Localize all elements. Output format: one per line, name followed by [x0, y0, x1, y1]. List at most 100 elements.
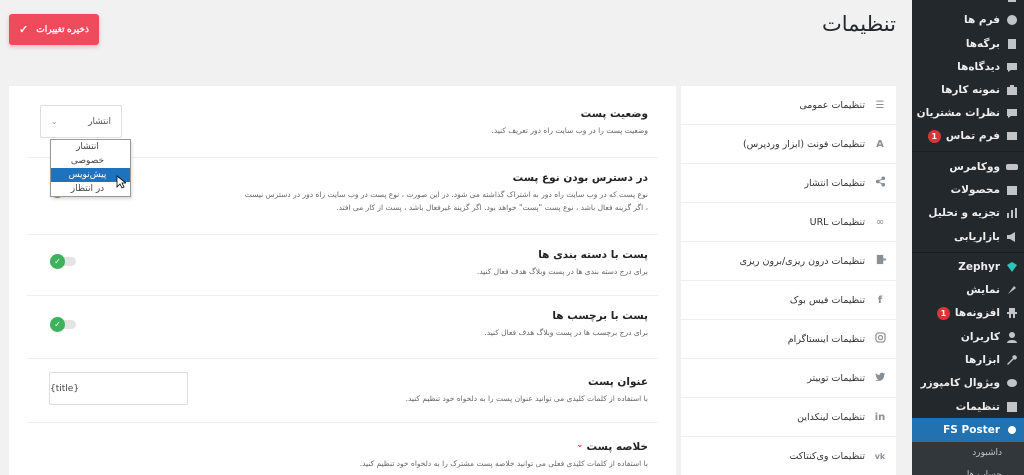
sidebar-item-forms[interactable]: فرم ها	[912, 8, 1024, 32]
sidebar-item-contact-form[interactable]: فرم تماس 1	[912, 124, 1024, 148]
option-private[interactable]: خصوصی	[51, 154, 130, 168]
nav-vk-settings[interactable]: vk تنظیمات وی‌کنتاکت	[681, 437, 896, 475]
linkedin-icon: in	[874, 411, 886, 423]
testimonials-icon	[1006, 107, 1018, 119]
link-icon: ∞	[875, 216, 885, 228]
sidebar-item-label: تجزیه و تحلیل	[928, 207, 1000, 219]
setting-title: خلاصه پست	[586, 441, 648, 453]
submenu-item-accounts[interactable]: حساب ها	[912, 464, 1024, 475]
sidebar-item-woocommerce[interactable]: ووکامرس	[912, 155, 1024, 179]
sidebar-item-label: بازاریابی	[953, 231, 1000, 243]
partial-icon	[1006, 0, 1018, 4]
nav-label: تنظیمات وی‌کنتاکت	[789, 450, 865, 462]
nav-font-settings[interactable]: A تنظیمات فونت (ابزار وردپرس)	[681, 125, 896, 164]
marketing-icon	[1006, 231, 1018, 243]
sidebar-item-label: دیدگاه‌ها	[957, 61, 1000, 73]
settings-icon	[1006, 401, 1018, 413]
share-icon	[874, 176, 886, 190]
sidebar-item-plugins[interactable]: افزونه‌ها 1	[912, 301, 1024, 325]
setting-desc: نوع پست که در وب سایت راه دور به اشتراک …	[245, 188, 648, 214]
setting-desc-line: ، اگر گزینه فعال باشد ، نوع پست "پست" خو…	[336, 203, 648, 212]
update-badge: 1	[936, 306, 950, 320]
sidebar-item-comments[interactable]: دیدگاه‌ها	[912, 55, 1024, 79]
sidebar-item-settings[interactable]: تنظیمات	[912, 395, 1024, 419]
sidebar-item-marketing[interactable]: بازاریابی	[912, 225, 1024, 249]
sidebar-item-pages[interactable]: برگه‌ها	[912, 32, 1024, 56]
tools-icon	[1006, 354, 1018, 366]
nav-twitter-settings[interactable]: تنظیمات توییتر	[681, 359, 896, 398]
nav-import-export-settings[interactable]: تنظیمات درون ریزی/برون ریزی	[681, 242, 896, 281]
save-changes-button[interactable]: ذخیره تغییرات ✓	[9, 14, 99, 45]
comments-icon	[1006, 61, 1018, 73]
twitter-icon	[874, 371, 886, 385]
post-status-select[interactable]: انتشار ⌄	[40, 105, 122, 138]
setting-title: پست با دسته بندی ها	[538, 249, 648, 261]
option-publish[interactable]: انتشار	[51, 140, 130, 154]
sidebar-item-fs-poster[interactable]: FS Poster	[905, 418, 1024, 442]
appearance-icon	[1006, 284, 1018, 296]
sidebar-item-testimonials[interactable]: نظرات مشتریان	[912, 101, 1024, 125]
sidebar-item-products[interactable]: محصولات	[912, 178, 1024, 202]
nav-instagram-settings[interactable]: تنظیمات اینستاگرام	[681, 320, 896, 359]
sidebar-item-users[interactable]: کاربران	[912, 325, 1024, 349]
sidebar-item-label: کاربران	[960, 331, 1000, 343]
setting-desc: با استفاده از کلمات کلیدی می توانید عنوا…	[405, 394, 648, 403]
setting-desc: برای درج برچسب ها در پست وبلاگ هدف فعال …	[484, 328, 648, 337]
mail-icon	[1006, 130, 1018, 142]
nav-linkedin-settings[interactable]: in تنظیمات لینکداین	[681, 398, 896, 437]
nav-general-settings[interactable]: ☰ تنظیمات عمومی	[681, 86, 896, 125]
sidebar-item-portfolio[interactable]: نمونه کارها	[912, 78, 1024, 102]
sidebar-item-label: ابزارها	[965, 354, 1000, 366]
sidebar-item-label: FS Poster	[943, 424, 1000, 436]
select-value: انتشار	[88, 116, 111, 127]
setting-row-post-tags: پست با برچسب ها برای درج برچسب ها در پست…	[27, 296, 658, 359]
sidebar-item-zephyr[interactable]: Zephyr	[912, 255, 1024, 279]
chevron-down-icon: ⌄	[51, 117, 58, 126]
nav-label: تنظیمات انتشار	[804, 177, 865, 189]
setting-desc: وضعیت پست را در وب سایت راه دور تعریف کن…	[491, 126, 648, 135]
woocommerce-icon	[1006, 161, 1018, 173]
sidebar-item-visual-composer[interactable]: ویژوال کامپوزر	[912, 371, 1024, 395]
list-icon: ☰	[875, 99, 885, 111]
sidebar-item-appearance[interactable]: نمایش	[912, 278, 1024, 302]
save-label: ذخیره تغییرات	[36, 24, 89, 34]
admin-sidebar: فرم ها برگه‌ها دیدگاه‌ها نمونه کارها نظر…	[905, 0, 1024, 475]
facebook-icon: f	[877, 294, 883, 306]
nav-facebook-settings[interactable]: f تنظیمات فیس بوک	[681, 281, 896, 320]
sidebar-item-label: فرم تماس	[945, 130, 1000, 142]
sidebar-item-analytics[interactable]: تجزیه و تحلیل	[912, 201, 1024, 225]
forms-icon	[1006, 14, 1018, 26]
sidebar-item-label: Zephyr	[958, 261, 1000, 273]
sidebar-item-label: ووکامرس	[949, 161, 1000, 173]
sidebar-item-label: ویژوال کامپوزر	[920, 377, 1000, 389]
nav-label: تنظیمات فونت (ابزار وردپرس)	[742, 138, 865, 150]
check-icon: ✓	[50, 317, 65, 332]
sidebar-item-label: فرم ها	[964, 14, 1000, 26]
setting-row-post-excerpt: خلاصه پست با استفاده از کلمات کلیدی فعلی…	[27, 423, 658, 475]
post-tags-toggle[interactable]: ✓	[50, 317, 77, 332]
settings-nav: ☰ تنظیمات عمومی A تنظیمات فونت (ابزار ور…	[681, 86, 896, 475]
setting-title: در دسترس بودن نوع پست	[512, 172, 648, 184]
chevron-down-icon[interactable]: ⌄	[576, 440, 584, 450]
post-title-input[interactable]: {title}	[49, 372, 188, 405]
input-value: {title}	[50, 383, 80, 394]
sidebar-item-label: تنظیمات	[955, 401, 1000, 413]
nav-label: تنظیمات اینستاگرام	[787, 333, 865, 345]
pages-icon	[1006, 38, 1018, 50]
nav-label: تنظیمات فیس بوک	[789, 294, 865, 306]
sidebar-item-tools[interactable]: ابزارها	[912, 348, 1024, 372]
nav-url-settings[interactable]: ∞ تنظیمات URL	[681, 203, 896, 242]
mouse-cursor-icon	[116, 175, 126, 189]
users-icon	[1006, 331, 1018, 343]
sidebar-submenu: داشبورد حساب ها	[912, 442, 1024, 475]
post-categories-toggle[interactable]: ✓	[50, 254, 77, 269]
setting-title: پست با برچسب ها	[552, 310, 648, 322]
sidebar-item-label: نمایش	[966, 284, 1000, 296]
setting-title: عنوان پست	[587, 376, 648, 388]
products-icon	[1006, 184, 1018, 196]
portfolio-icon	[1006, 84, 1018, 96]
submenu-item-dashboard[interactable]: داشبورد	[912, 442, 1024, 464]
plugins-icon	[1006, 307, 1018, 319]
nav-publish-settings[interactable]: تنظیمات انتشار	[681, 164, 896, 203]
setting-title: وضعیت پست	[580, 108, 648, 120]
